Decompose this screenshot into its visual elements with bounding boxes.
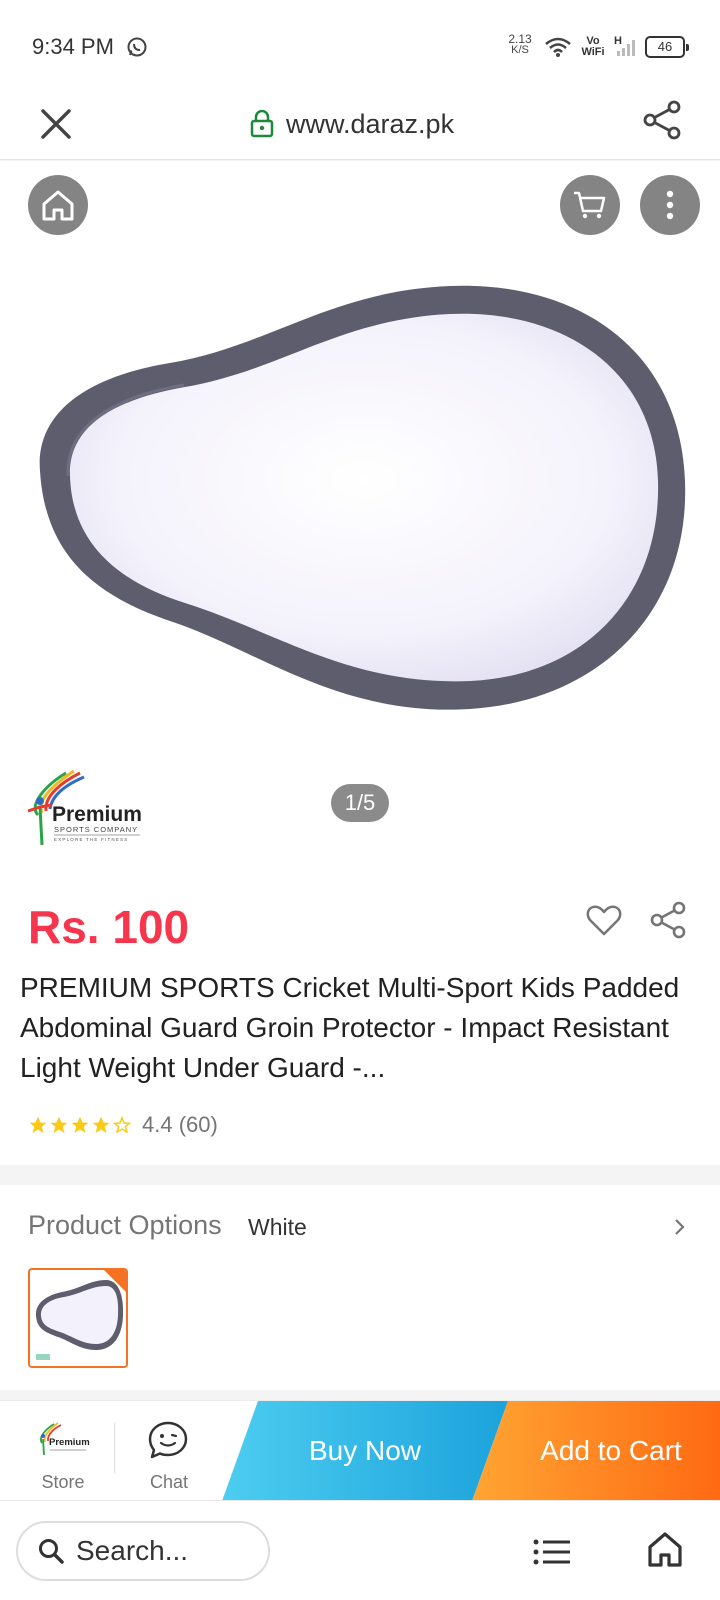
- star-full-icon: [50, 1116, 68, 1133]
- vowifi-indicator: Vo WiFi: [580, 36, 606, 58]
- signal-icon: H: [614, 34, 640, 63]
- search-icon: [39, 1539, 64, 1564]
- heart-icon[interactable]: [584, 900, 624, 940]
- buy-now-button[interactable]: Buy Now: [222, 1401, 508, 1501]
- url-text: www.daraz.pk: [286, 108, 455, 139]
- image-counter: 1/5: [331, 784, 389, 822]
- section-divider: [0, 1165, 720, 1185]
- product-image[interactable]: [20, 281, 710, 721]
- product-title[interactable]: PREMIUM SPORTS Cricket Multi-Sport Kids …: [20, 968, 700, 1088]
- selected-corner-badge: [104, 1270, 126, 1292]
- cart-button[interactable]: [560, 175, 620, 235]
- store-label: Store: [41, 1472, 85, 1492]
- signal-label: H: [614, 35, 622, 47]
- vowifi-line2: WiFi: [581, 46, 605, 58]
- rating-text: 4.4 (60): [142, 1112, 218, 1137]
- store-logo-icon: Premium: [40, 1422, 90, 1456]
- whatsapp-icon: [126, 36, 148, 58]
- brand-name: Premium: [52, 803, 142, 826]
- browser-url-bar: www.daraz.pk: [0, 90, 720, 160]
- product-rating[interactable]: 4.4 (60): [28, 1112, 218, 1138]
- rating-stars: [28, 1115, 132, 1135]
- star-full-icon: [29, 1116, 47, 1133]
- store-logo-name: Premium: [49, 1437, 90, 1448]
- more-vertical-icon: [666, 190, 674, 220]
- lock-icon: [250, 109, 274, 138]
- star-outline-icon: [112, 1116, 132, 1134]
- browser-bottom-nav: Search...: [0, 1500, 720, 1600]
- chat-label: Chat: [149, 1472, 189, 1492]
- wifi-icon: [544, 36, 572, 63]
- network-speed-unit: K/S: [511, 44, 529, 56]
- more-options-button[interactable]: [640, 175, 700, 235]
- chevron-right-icon: [670, 1215, 690, 1239]
- home-icon: [42, 190, 74, 221]
- action-bar: Premium Store Chat Buy Now Add to Cart: [0, 1400, 720, 1501]
- chat-icon: [148, 1421, 188, 1459]
- add-to-cart-button[interactable]: Add to Cart: [472, 1401, 720, 1501]
- close-icon[interactable]: [36, 104, 76, 144]
- status-time: 9:34 PM: [32, 34, 114, 59]
- share-icon[interactable]: [648, 900, 688, 940]
- url-display[interactable]: www.daraz.pk: [250, 104, 454, 144]
- list-menu-icon[interactable]: [532, 1537, 572, 1567]
- brand-logo: Premium SPORTS COMPANY EXPLORE THE FITNE…: [16, 765, 166, 855]
- search-placeholder: Search...: [76, 1535, 189, 1566]
- home-button[interactable]: [28, 175, 88, 235]
- options-label: Product Options: [28, 1210, 222, 1240]
- status-bar: 9:34 PM 2.13 K/S Vo WiFi H 46: [0, 0, 720, 90]
- store-button[interactable]: Premium Store: [20, 1417, 106, 1497]
- options-value: White: [248, 1214, 307, 1240]
- search-input[interactable]: Search...: [16, 1521, 270, 1581]
- action-divider: [114, 1423, 115, 1473]
- brand-subtitle: SPORTS COMPANY: [54, 825, 138, 834]
- brand-tagline: EXPLORE THE FITNESS: [54, 837, 128, 842]
- cart-icon: [574, 191, 606, 219]
- battery-indicator: 46: [645, 36, 689, 58]
- product-price: Rs. 100: [28, 901, 190, 953]
- share-icon[interactable]: [640, 98, 684, 142]
- option-thumbnail-white[interactable]: [28, 1268, 128, 1368]
- chat-button[interactable]: Chat: [126, 1417, 212, 1497]
- star-full-icon: [92, 1116, 110, 1133]
- network-speed: 2.13 K/S: [506, 33, 534, 56]
- home-icon[interactable]: [645, 1529, 685, 1569]
- product-gallery[interactable]: 1/5 Premium SPORTS COMPANY EXPLORE THE F…: [0, 161, 720, 861]
- star-full-icon: [71, 1116, 89, 1133]
